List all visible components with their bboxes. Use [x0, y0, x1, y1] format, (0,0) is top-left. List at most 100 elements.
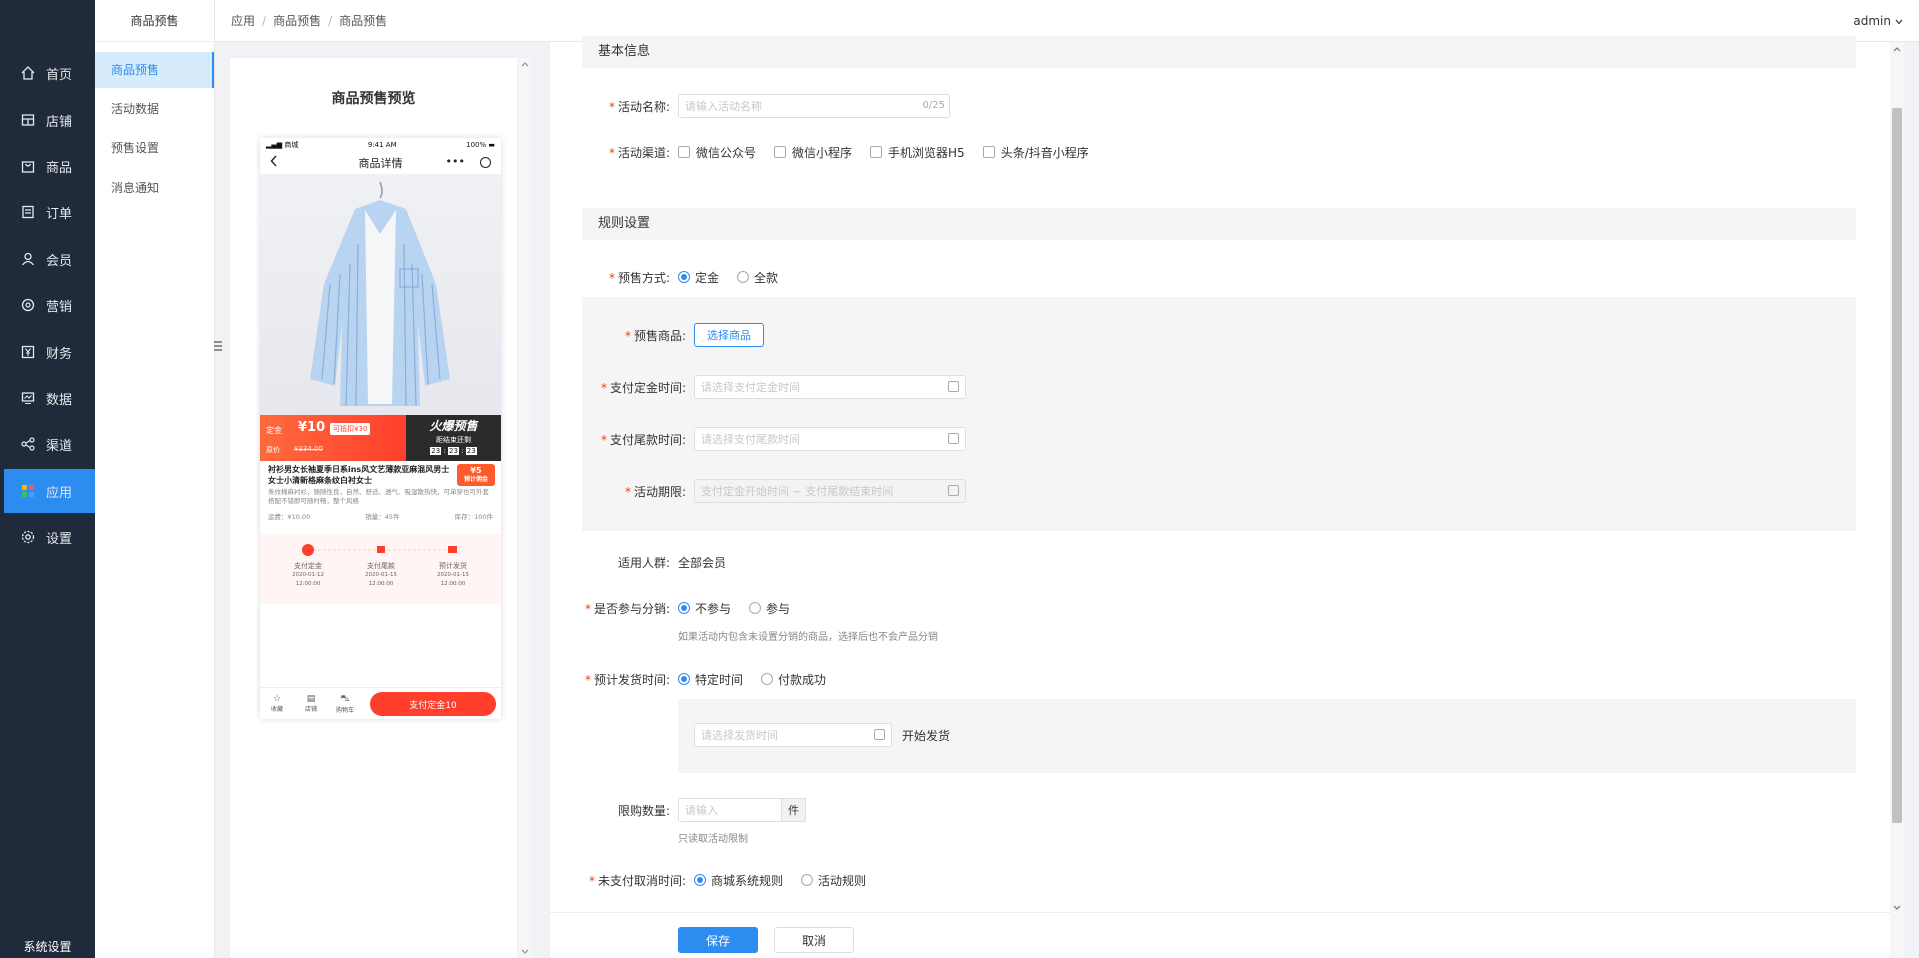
- user-name: admin: [1853, 14, 1891, 28]
- sidebar-item-label: 财务: [46, 346, 73, 362]
- sidebar-item-label: 店铺: [46, 114, 73, 130]
- checkbox[interactable]: [678, 146, 690, 158]
- sidebar-item-orders[interactable]: 订单: [0, 190, 95, 234]
- menu-icon: [214, 340, 222, 354]
- limit-input[interactable]: 请输入: [678, 798, 782, 822]
- hot-title: 火爆预售: [429, 419, 478, 433]
- gear-icon: [20, 529, 36, 545]
- unpaid-cancel-label: * 未支付取消时间:: [588, 873, 686, 888]
- cancel-system-option[interactable]: 商城系统规则: [694, 872, 783, 889]
- shirt-image: [310, 181, 450, 407]
- presale-full-option[interactable]: 全款: [737, 269, 778, 286]
- ship-specific-option[interactable]: 特定时间: [678, 671, 743, 688]
- presale-method-label: * 预售方式:: [608, 270, 670, 285]
- phone-status-bar: ▂▄▆ 商城 9:41 AM 100% ▬: [260, 138, 501, 152]
- radio[interactable]: [694, 874, 706, 886]
- balance-time-input[interactable]: 请选择支付尾款时间: [694, 427, 966, 451]
- checkbox[interactable]: [774, 146, 787, 158]
- crowd-label: 适用人群:: [617, 555, 670, 570]
- product-desc: 条纹棉麻衬衫，随随性良，自然、舒适、透气、吸湿散热快，可单穿也可外套搭配不错即可…: [268, 488, 489, 505]
- sidebar-item-members[interactable]: 会员: [0, 237, 95, 281]
- select-product-button[interactable]: 选择商品: [694, 323, 764, 347]
- ship-after-pay-option[interactable]: 付款成功: [761, 671, 826, 688]
- collapse-toggle[interactable]: [210, 336, 226, 358]
- deposit-label: 定金: [266, 426, 282, 435]
- distribution-no-option[interactable]: 不参与: [678, 600, 731, 617]
- save-button[interactable]: 保存: [678, 927, 758, 953]
- radio[interactable]: [678, 602, 690, 614]
- subnav-title: 商品预售: [95, 0, 214, 42]
- sidebar-item-label: 数据: [46, 392, 73, 408]
- orig-label: 原价: [266, 446, 280, 454]
- radio[interactable]: [737, 271, 750, 283]
- cart-button[interactable]: ⛍ 购物车: [328, 694, 362, 714]
- preview-scrollbar[interactable]: [519, 58, 531, 958]
- chevron-down-icon: [1895, 14, 1903, 28]
- distribution-label: * 是否参与分销:: [584, 601, 670, 616]
- subnav-item-presale[interactable]: 商品预售: [95, 52, 214, 88]
- sidebar-item-goods[interactable]: 商品: [0, 144, 95, 188]
- checkbox[interactable]: [982, 146, 995, 158]
- sidebar-item-marketing[interactable]: 营销: [0, 283, 95, 327]
- breadcrumb-separator: /: [262, 13, 267, 28]
- subnav-item-presale-settings[interactable]: 预售设置: [95, 130, 214, 166]
- radio[interactable]: [801, 874, 814, 886]
- user-menu[interactable]: admin: [1853, 0, 1903, 42]
- system-settings-link[interactable]: 系统设置: [0, 936, 95, 958]
- subnav-item-activity-data[interactable]: 活动数据: [95, 91, 214, 127]
- channel-wechat-mini[interactable]: 微信小程序: [774, 144, 852, 161]
- preview-panel: 商品预售预览 ▂▄▆ 商城 9:41 AM 100% ▬ 商品详情 ••• 定金…: [230, 58, 517, 958]
- sidebar-item-home[interactable]: 首页: [0, 51, 95, 95]
- radio[interactable]: [678, 271, 690, 283]
- activity-name-input[interactable]: 请输入活动名称 0/25: [678, 94, 950, 118]
- breadcrumb-item-current: 商品预售: [339, 14, 388, 28]
- form-footer: 保存 取消: [550, 912, 1890, 958]
- checkbox[interactable]: [870, 146, 883, 158]
- breadcrumb-item[interactable]: 商品预售: [273, 12, 321, 29]
- limit-label: 限购数量:: [617, 803, 670, 818]
- status-carrier: ▂▄▆ 商城: [266, 141, 299, 149]
- sidebar-item-label: 营销: [46, 299, 73, 315]
- channel-wechat-mp[interactable]: 微信公众号: [678, 144, 756, 161]
- radio[interactable]: [678, 673, 690, 685]
- activity-period-row: * 活动期限: 支付定金开始时间 ~ 支付尾款结束时间: [582, 479, 966, 503]
- breadcrumb-separator: /: [328, 13, 333, 28]
- cart-icon: ⛍: [340, 693, 350, 704]
- home-icon: [20, 65, 36, 81]
- presale-deposit-option[interactable]: 定金: [678, 269, 719, 286]
- status-time: 9:41 AM: [367, 141, 397, 149]
- channel-h5[interactable]: 手机浏览器H5: [870, 144, 965, 161]
- distribution-yes-option[interactable]: 参与: [749, 600, 790, 617]
- activity-period-input: 支付定金开始时间 ~ 支付尾款结束时间: [694, 479, 966, 503]
- sidebar-item-data[interactable]: 数据: [0, 376, 95, 420]
- form-scrollbar[interactable]: [1890, 42, 1904, 958]
- sidebar-item-channels[interactable]: 渠道: [0, 422, 95, 466]
- favorite-button[interactable]: ☆ 收藏: [260, 694, 294, 713]
- phone-bottom-bar: ☆ 收藏 ▤ 店铺 ⛍ 购物车 支付定金10: [260, 687, 501, 719]
- presale-product-label: * 预售商品:: [624, 328, 686, 343]
- step-balance: 支付尾款 2020-01-15 12:00:00: [365, 562, 397, 587]
- cancel-activity-option[interactable]: 活动规则: [801, 872, 866, 889]
- sidebar-item-settings[interactable]: 设置: [0, 515, 95, 559]
- cancel-button[interactable]: 取消: [774, 927, 854, 953]
- activity-name-row: * 活动名称: 请输入活动名称 0/25: [582, 94, 950, 118]
- channel-toutiao[interactable]: 头条/抖音小程序: [982, 144, 1089, 161]
- ship-time-row: * 预计发货时间: 特定时间 付款成功: [582, 667, 844, 691]
- sidebar-item-apps[interactable]: 应用: [4, 469, 95, 513]
- subnav-item-notifications[interactable]: 消息通知: [95, 170, 214, 206]
- radio[interactable]: [749, 602, 762, 614]
- ship-time-input[interactable]: 请选择发货时间: [694, 723, 892, 747]
- target-icon: [480, 157, 491, 168]
- monitor-icon: [20, 390, 36, 406]
- ship-time-label: * 预计发货时间:: [584, 672, 670, 687]
- distribution-row: * 是否参与分销: 不参与 参与: [582, 596, 808, 620]
- sidebar-item-store[interactable]: 店铺: [0, 98, 95, 142]
- breadcrumb-item[interactable]: 应用: [231, 12, 255, 29]
- deposit-time-input[interactable]: 请选择支付定金时间: [694, 375, 966, 399]
- pay-deposit-button[interactable]: 支付定金10: [370, 692, 496, 716]
- shop-button[interactable]: ▤ 店铺: [294, 694, 328, 713]
- radio[interactable]: [761, 673, 774, 685]
- countdown: 23 : 23 : 23: [430, 447, 477, 455]
- sidebar-item-finance[interactable]: 财务: [0, 330, 95, 374]
- stock: 库存：100件: [454, 513, 493, 521]
